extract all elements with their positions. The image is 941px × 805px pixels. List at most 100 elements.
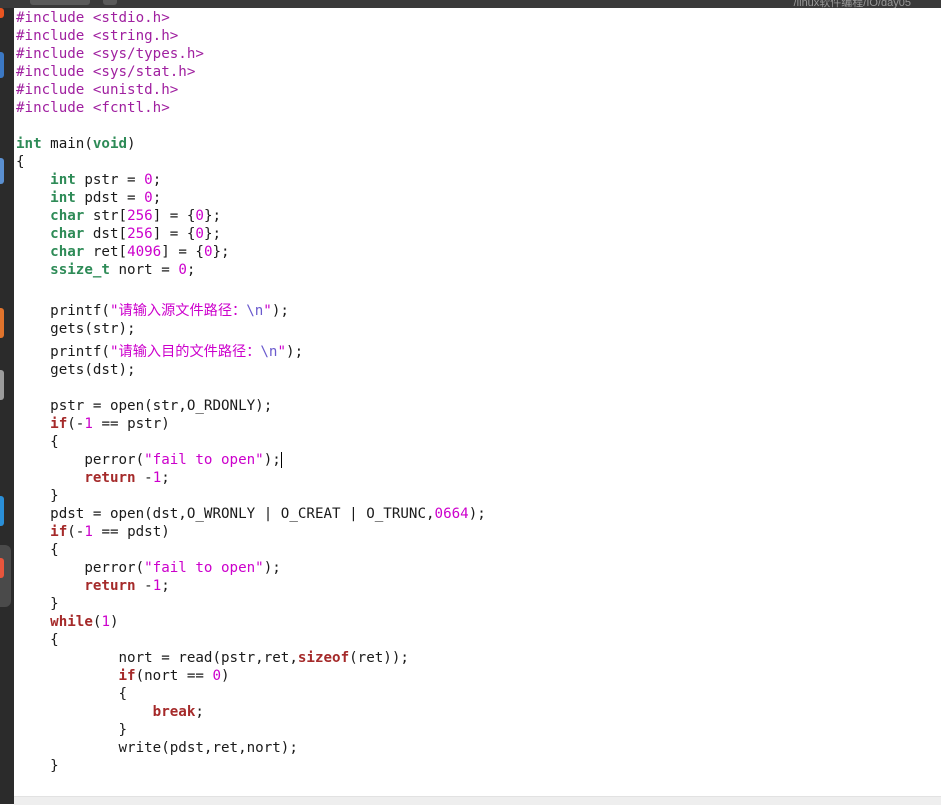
window-titlebar: /linux软件编程/IO/day05 [0,0,941,9]
code-line[interactable]: } [16,595,59,613]
code-line[interactable]: char ret[4096] = {0}; [16,243,230,261]
code-token: { [16,542,59,558]
code-line[interactable]: int main(void) [16,135,136,153]
code-token: 0 [195,208,204,224]
code-token: { [16,632,59,648]
code-line[interactable]: char dst[256] = {0}; [16,225,221,243]
code-line[interactable]: break; [16,703,204,721]
code-line[interactable]: #include <sys/stat.h> [16,63,195,81]
code-line[interactable]: gets(str); [16,320,135,338]
code-line[interactable]: perror("fail to open"); [16,451,282,469]
code-line[interactable]: #include <unistd.h> [16,81,178,99]
code-token: int [16,136,42,152]
code-token: int [50,190,76,206]
files-icon[interactable] [0,158,4,184]
text-editor-icon[interactable] [0,558,4,578]
code-token: ; [195,704,204,720]
code-line[interactable]: #include <string.h> [16,27,178,45]
code-token: }; [203,226,222,242]
code-token: char [50,226,85,242]
ubuntu-app-icon[interactable] [0,8,4,18]
code-token: } [16,758,59,774]
code-token: return [84,470,136,486]
code-token: 0 [203,244,213,260]
code-token: (nort == [135,668,213,684]
writer-icon[interactable] [0,308,4,338]
code-line[interactable]: { [16,433,59,451]
code-token: 4096 [127,244,162,260]
code-token: ) [221,668,230,684]
browser-icon[interactable] [0,52,4,78]
code-line[interactable]: { [16,685,127,703]
code-line[interactable]: int pstr = 0; [16,171,161,189]
code-token: #include <sys/types.h> [16,46,204,62]
code-token: ) [127,136,136,152]
code-line[interactable]: write(pdst,ret,nort); [16,739,297,757]
code-token: perror( [16,452,145,468]
code-editor[interactable]: #include <stdio.h> #include <string.h> #in… [14,8,941,796]
code-token: 1 [152,470,162,486]
code-token: return [84,578,136,594]
code-token: } [16,722,128,738]
code-line[interactable]: { [16,153,25,171]
code-line[interactable]: if(nort == 0) [16,667,230,685]
code-token: ; [161,578,170,594]
code-line[interactable]: char str[256] = {0}; [16,207,221,225]
code-token: printf( [16,303,110,319]
code-token: } [16,488,59,504]
document-icon[interactable] [0,370,4,400]
code-line[interactable]: while(1) [16,613,118,631]
code-token: { [16,434,59,450]
code-token: 256 [127,226,153,242]
code-token: { [16,686,128,702]
code-token: char [50,208,85,224]
code-token: if [50,524,68,540]
code-line[interactable]: printf("请输入目的文件路径：\n"); [16,343,303,361]
code-line[interactable]: nort = read(pstr,ret,sizeof(ret)); [16,649,409,667]
code-token: ; [161,470,170,486]
code-line[interactable]: } [16,721,127,739]
code-token: 0 [212,668,222,684]
code-token: - [135,578,153,594]
code-line[interactable]: pdst = open(dst,O_WRONLY | O_CREAT | O_T… [16,505,486,523]
code-token: "请输入源文件路径： [109,303,247,319]
code-line[interactable]: } [16,757,59,775]
code-line[interactable]: #include <sys/types.h> [16,45,204,63]
editor-tab[interactable] [30,0,90,5]
tab-close-icon[interactable] [103,0,117,5]
code-token: sizeof [297,650,350,666]
code-token: 1 [101,614,110,630]
code-line[interactable]: return -1; [16,577,170,595]
code-line[interactable]: gets(dst); [16,361,135,379]
code-line[interactable]: { [16,541,59,559]
code-token: pdst = [75,190,145,206]
code-token: void [92,136,128,152]
code-token: - [135,470,153,486]
code-line[interactable]: #include <stdio.h> [16,9,170,27]
launcher-dock [0,8,14,804]
code-line[interactable]: printf("请输入源文件路径：\n"); [16,302,289,320]
code-token: #include <stdio.h> [16,10,170,26]
code-line[interactable]: int pdst = 0; [16,189,161,207]
code-line[interactable]: pstr = open(str,O_RDONLY); [16,397,272,415]
code-line[interactable]: return -1; [16,469,170,487]
code-line[interactable]: perror("fail to open"); [16,559,280,577]
code-token: }; [203,208,222,224]
code-line[interactable]: if(-1 == pstr) [16,415,170,433]
code-token: }; [212,244,230,260]
code-token: 1 [152,578,162,594]
code-line[interactable]: ssize_t nort = 0; [16,261,195,279]
code-line[interactable]: { [16,631,59,649]
code-line[interactable]: #include <fcntl.h> [16,99,170,117]
code-line[interactable]: if(-1 == pdst) [16,523,170,541]
code-token: char [50,244,85,260]
code-line[interactable]: } [16,487,59,505]
code-token: (ret)); [349,650,409,666]
app-icon[interactable] [0,496,4,526]
